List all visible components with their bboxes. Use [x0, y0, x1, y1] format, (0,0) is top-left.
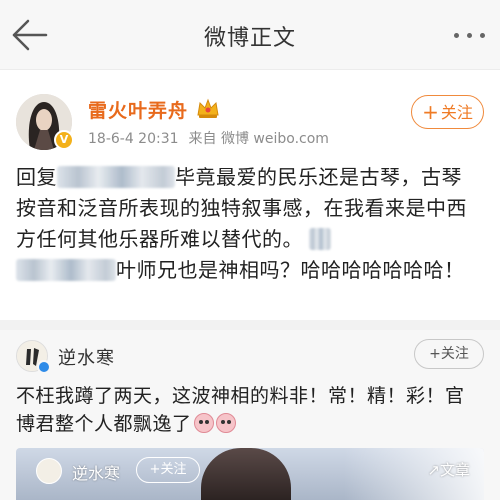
plus-icon: +: [429, 346, 441, 362]
media-preview[interactable]: 逆水寒 +关注 ↗文章: [16, 448, 484, 500]
quoted-author-name[interactable]: 逆水寒: [58, 344, 115, 370]
plus-icon: +: [149, 462, 161, 477]
scared-face-icon: [215, 413, 236, 433]
media-article-link[interactable]: ↗文章: [427, 459, 470, 480]
follow-label: 关注: [440, 346, 469, 362]
post-time: 18-6-4 20:31: [88, 131, 179, 147]
follow-label: 关注: [440, 103, 473, 122]
media-follow-button[interactable]: +关注: [136, 457, 200, 483]
post-text-reply: 回复: [16, 165, 57, 189]
crown-icon: [196, 97, 220, 119]
post-body: 回复 毕竟最爱的民乐还是古琴，古琴按音和泛音所表现的独特叙事感，在我看来是中西方任…: [16, 162, 482, 286]
blurred-username: [16, 259, 116, 281]
post-meta: 18-6-4 20:31 来自 微博 weibo.com: [88, 128, 329, 148]
follow-label: 关注: [160, 462, 187, 477]
media-author-avatar[interactable]: [36, 458, 62, 484]
media-author-name[interactable]: 逆水寒: [72, 460, 120, 484]
quoted-post-text: 不枉我蹲了两天，这波神相的料非！常！精！彩！官博君整个人都飘逸了: [16, 382, 482, 438]
page-title: 微博正文: [203, 26, 296, 51]
blurred-username: [309, 228, 331, 250]
scared-face-icon: [193, 413, 214, 433]
quoted-post[interactable]: 逆水寒 +关注 不枉我蹲了两天，这波神相的料非！常！精！彩！官博君整个人都飘逸了…: [0, 330, 500, 500]
blurred-username: [57, 166, 175, 188]
article-label: 文章: [439, 461, 470, 479]
more-dots-icon[interactable]: [450, 20, 490, 50]
article-icon: ↗: [427, 461, 440, 479]
quoted-follow-button[interactable]: +关注: [414, 339, 484, 369]
quoted-text: 不枉我蹲了两天，这波神相的料非！常！精！彩！官博君整个人都飘逸了: [16, 385, 465, 435]
plus-icon: +: [422, 100, 439, 124]
verified-blue-icon: [37, 360, 51, 374]
media-figure: [201, 448, 291, 500]
top-nav-bar: 微博正文: [0, 0, 500, 70]
post-source: 来自 微博 weibo.com: [188, 131, 329, 147]
weibo-post: V 雷火叶弄舟 18-6-4 20:31 来自 微博 weibo.com + 关注 …: [0, 80, 500, 320]
follow-button[interactable]: + 关注: [411, 95, 484, 129]
section-divider: [0, 320, 500, 330]
verified-badge-icon: V: [54, 130, 74, 150]
post-text-end: 叶师兄也是神相吗？哈哈哈哈哈哈哈！: [116, 258, 465, 282]
author-name[interactable]: 雷火叶弄舟: [88, 96, 188, 123]
